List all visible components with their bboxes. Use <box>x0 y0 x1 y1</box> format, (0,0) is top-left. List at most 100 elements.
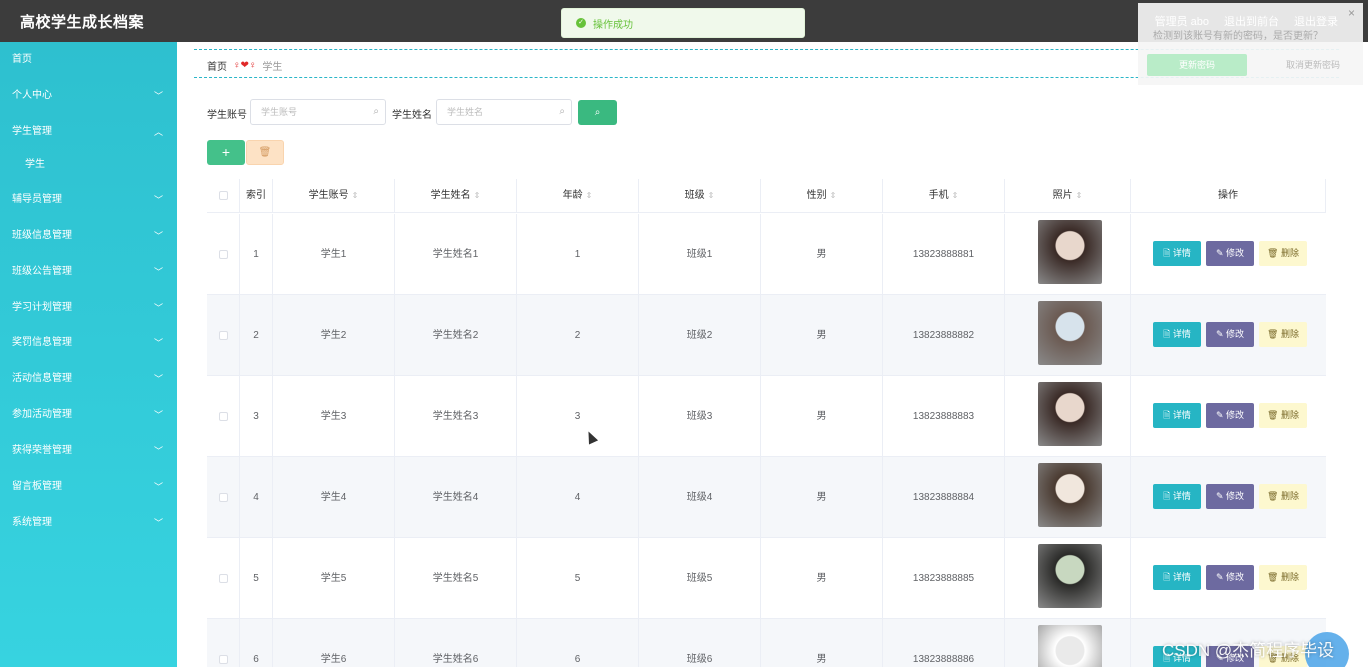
sidebar-item[interactable]: 首页 <box>0 50 177 70</box>
row-checkbox-cell[interactable] <box>207 214 240 295</box>
sort-icon[interactable]: ⇕ <box>952 191 959 200</box>
logout-link[interactable]: 退出登录 <box>1294 13 1338 29</box>
cell-index: 3 <box>240 376 273 457</box>
sidebar-item[interactable]: 学生 <box>0 155 177 175</box>
column-header[interactable]: 照片 ⇕ <box>1005 179 1131 213</box>
breadcrumb-separator: ♀❤♀ <box>233 60 257 71</box>
cell-index: 6 <box>240 619 273 667</box>
column-header-label: 性别 <box>806 190 827 201</box>
column-header-label: 学生姓名 <box>430 190 471 201</box>
detail-button[interactable]: 🗎 详情 <box>1153 322 1201 347</box>
row-checkbox-cell[interactable] <box>207 619 240 667</box>
row-checkbox[interactable] <box>218 573 228 583</box>
sidebar-item[interactable]: 活动信息管理 ﹀ <box>0 369 177 389</box>
sidebar-item[interactable]: 留言板管理 ﹀ <box>0 477 177 497</box>
delete-button-label: 删除 <box>1280 248 1299 258</box>
sort-icon[interactable]: ⇕ <box>1076 191 1083 200</box>
breadcrumb-home[interactable]: 首页 <box>207 58 227 73</box>
column-header[interactable]: 手机 ⇕ <box>883 179 1005 213</box>
chevron-down-icon: ﹀ <box>153 91 163 101</box>
exit-to-frontend-link[interactable]: 退出到前台 <box>1224 13 1279 29</box>
edit-button[interactable]: ✎ 修改 <box>1206 484 1254 509</box>
column-header[interactable]: 年龄 ⇕ <box>517 179 639 213</box>
chevron-down-icon: ﹀ <box>153 482 163 492</box>
detail-button[interactable]: 🗎 详情 <box>1153 403 1201 428</box>
account-search-input[interactable]: 学生账号 ⌕ <box>250 99 386 125</box>
sidebar-item[interactable]: 学习计划管理 ﹀ <box>0 298 177 318</box>
sidebar-item[interactable]: 辅导员管理 ﹀ <box>0 190 177 210</box>
sidebar-item[interactable]: 班级公告管理 ﹀ <box>0 262 177 282</box>
sort-icon[interactable]: ⇕ <box>586 191 593 200</box>
detail-button[interactable]: 🗎 详情 <box>1153 241 1201 266</box>
row-checkbox[interactable] <box>218 411 228 421</box>
sort-icon[interactable]: ⇕ <box>352 191 359 200</box>
cell-phone: 13823888882 <box>883 295 1005 376</box>
admin-user-link[interactable]: 管理员 abo <box>1155 13 1209 29</box>
row-checkbox-cell[interactable] <box>207 457 240 538</box>
column-header[interactable]: 学生姓名 ⇕ <box>395 179 517 213</box>
chevron-down-icon: ﹀ <box>153 338 163 348</box>
column-header-label: 班级 <box>684 190 705 201</box>
name-search-input[interactable]: 学生姓名 ⌕ <box>436 99 572 125</box>
chevron-down-icon: ﹀ <box>153 410 163 420</box>
delete-button[interactable]: 🗑 删除 <box>1259 403 1307 428</box>
student-photo <box>1038 382 1102 446</box>
close-icon[interactable]: × <box>1348 6 1355 20</box>
table-row: 2 学生2 学生姓名2 2 班级2 男 13823888882 🗎 详情 ✎ 修改 🗑 删除 <box>207 295 1326 376</box>
row-checkbox[interactable] <box>218 654 228 664</box>
update-password-button[interactable]: 更新密码 <box>1147 54 1247 76</box>
trash-icon: 🗑 <box>1267 248 1281 258</box>
name-search-label: 学生姓名 <box>392 110 432 121</box>
column-header: 操作 <box>1131 179 1326 213</box>
batch-delete-button[interactable]: 🗑 <box>246 140 284 165</box>
row-checkbox[interactable] <box>218 492 228 502</box>
delete-button-label: 删除 <box>1280 491 1299 501</box>
select-all-checkbox[interactable] <box>218 190 228 200</box>
trash-icon: 🗑 <box>258 147 272 158</box>
column-header[interactable]: 学生账号 ⇕ <box>273 179 395 213</box>
cell-class: 班级1 <box>639 214 761 295</box>
column-header-label: 手机 <box>928 190 949 201</box>
delete-button[interactable]: 🗑 删除 <box>1259 565 1307 590</box>
delete-button[interactable]: 🗑 删除 <box>1259 241 1307 266</box>
document-icon: 🗎 <box>1163 248 1173 258</box>
column-header[interactable]: 性别 ⇕ <box>761 179 883 213</box>
select-all-checkbox-cell[interactable] <box>207 179 240 213</box>
sort-icon[interactable]: ⇕ <box>474 191 481 200</box>
edit-button[interactable]: ✎ 修改 <box>1206 241 1254 266</box>
sidebar-item[interactable]: 获得荣誉管理 ﹀ <box>0 441 177 461</box>
table-row: 4 学生4 学生姓名4 4 班级4 男 13823888884 🗎 详情 ✎ 修改 🗑 删除 <box>207 457 1326 538</box>
sidebar: 首页个人中心 ﹀ 学生管理 ︿ 学生辅导员管理 ﹀ 班级信息管理 ﹀ 班级公告管理 ﹀ 学习计划管理… <box>0 42 177 667</box>
sidebar-item[interactable]: 系统管理 ﹀ <box>0 513 177 533</box>
detail-button-label: 详情 <box>1172 329 1191 339</box>
sidebar-item[interactable]: 班级信息管理 ﹀ <box>0 226 177 246</box>
cell-account: 学生2 <box>273 295 395 376</box>
cell-class: 班级6 <box>639 619 761 667</box>
detail-button[interactable]: 🗎 详情 <box>1153 484 1201 509</box>
add-button[interactable]: + <box>207 140 245 165</box>
column-header[interactable]: 班级 ⇕ <box>639 179 761 213</box>
sidebar-item[interactable]: 奖罚信息管理 ﹀ <box>0 333 177 353</box>
delete-button-label: 删除 <box>1280 410 1299 420</box>
cancel-update-button[interactable]: 取消更新密码 <box>1268 54 1358 76</box>
row-checkbox[interactable] <box>218 330 228 340</box>
row-checkbox-cell[interactable] <box>207 295 240 376</box>
row-checkbox-cell[interactable] <box>207 538 240 619</box>
sidebar-item[interactable]: 学生管理 ︿ <box>0 122 177 142</box>
cell-account: 学生5 <box>273 538 395 619</box>
pencil-icon: ✎ <box>1215 248 1227 258</box>
sidebar-item-label: 留言板管理 <box>12 481 62 492</box>
row-checkbox-cell[interactable] <box>207 376 240 457</box>
detail-button[interactable]: 🗎 详情 <box>1153 565 1201 590</box>
search-button[interactable]: ⌕ <box>578 100 617 125</box>
edit-button[interactable]: ✎ 修改 <box>1206 403 1254 428</box>
sidebar-item[interactable]: 个人中心 ﹀ <box>0 86 177 106</box>
row-checkbox[interactable] <box>218 249 228 259</box>
delete-button[interactable]: 🗑 删除 <box>1259 322 1307 347</box>
edit-button[interactable]: ✎ 修改 <box>1206 322 1254 347</box>
delete-button[interactable]: 🗑 删除 <box>1259 484 1307 509</box>
sidebar-item[interactable]: 参加活动管理 ﹀ <box>0 405 177 425</box>
edit-button[interactable]: ✎ 修改 <box>1206 565 1254 590</box>
sort-icon[interactable]: ⇕ <box>708 191 715 200</box>
sort-icon[interactable]: ⇕ <box>830 191 837 200</box>
